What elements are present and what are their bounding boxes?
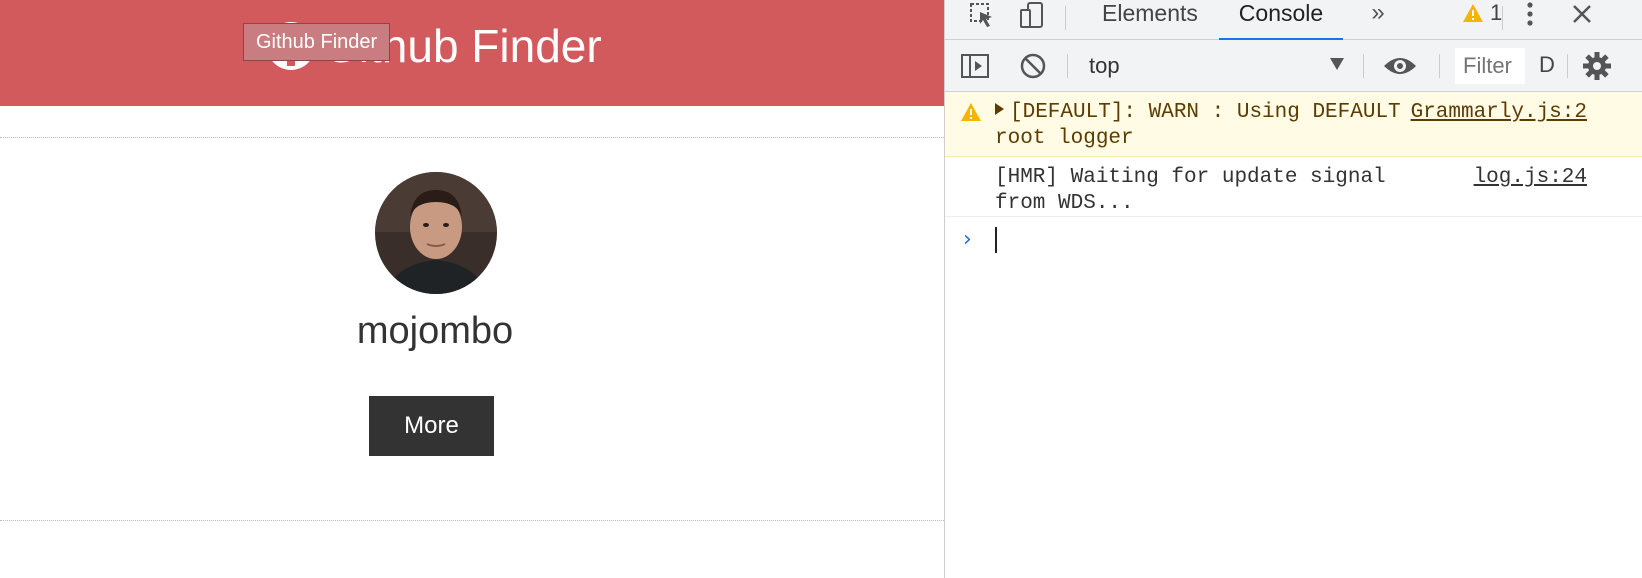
- toolbar-separator: [1363, 54, 1364, 78]
- close-icon[interactable]: [1567, 0, 1597, 28]
- warning-icon: [1463, 4, 1483, 22]
- toolbar-separator: [1567, 54, 1568, 78]
- console-messages: [DEFAULT]: WARN : Using DEFAULT root log…: [945, 92, 1642, 257]
- console-toolbar: top D: [945, 40, 1642, 92]
- warning-count: 1: [1490, 0, 1503, 25]
- message-source-link[interactable]: Grammarly.js:2: [1411, 100, 1587, 126]
- message-source-link[interactable]: log.js:24: [1474, 165, 1587, 191]
- console-warning-message[interactable]: [DEFAULT]: WARN : Using DEFAULT root log…: [945, 92, 1642, 157]
- username: mojombo: [356, 310, 514, 352]
- message-text: [DEFAULT]: WARN : Using DEFAULT root log…: [995, 101, 1414, 150]
- clear-console-icon[interactable]: [1017, 50, 1049, 82]
- context-select[interactable]: top: [1089, 50, 1279, 82]
- double-chevron-icon[interactable]: »: [1363, 0, 1393, 26]
- warning-icon: [960, 102, 982, 131]
- tab-elements[interactable]: Elements: [1102, 0, 1198, 40]
- app-viewport: Github Finder Github Finder mojombo More: [0, 0, 944, 578]
- filter-input[interactable]: [1455, 48, 1525, 84]
- toolbar-separator: [1067, 54, 1068, 78]
- device-toolbar-icon[interactable]: [1017, 0, 1047, 30]
- console-prompt[interactable]: ›: [945, 217, 1642, 257]
- inspect-element-icon[interactable]: [967, 0, 997, 30]
- message-text: [HMR] Waiting for update signal from WDS…: [995, 166, 1399, 215]
- gear-icon[interactable]: [1581, 50, 1613, 82]
- expand-triangle-icon[interactable]: [995, 103, 1004, 115]
- sidebar-toggle-icon[interactable]: [959, 50, 991, 82]
- live-expression-eye-icon[interactable]: [1381, 50, 1419, 82]
- prompt-chevron-icon: ›: [963, 227, 972, 252]
- devtools-tabbar: Elements Console » 1: [945, 0, 1642, 40]
- user-card: mojombo More: [0, 137, 944, 521]
- chevron-down-icon: [1330, 58, 1344, 70]
- log-levels-dropdown[interactable]: D: [1539, 52, 1555, 78]
- toolbar-separator: [1065, 6, 1066, 30]
- console-log-message[interactable]: [HMR] Waiting for update signal from WDS…: [945, 157, 1642, 217]
- text-caret: [995, 227, 997, 253]
- warning-counter[interactable]: 1: [1462, 0, 1502, 26]
- kebab-menu-icon[interactable]: [1515, 0, 1545, 28]
- toolbar-separator: [1502, 6, 1503, 30]
- toolbar-separator: [1439, 54, 1440, 78]
- tab-console[interactable]: Console: [1219, 0, 1343, 40]
- avatar: [375, 172, 497, 294]
- more-button[interactable]: More: [369, 396, 494, 456]
- navbar: Github Finder Github Finder: [0, 0, 944, 106]
- tooltip: Github Finder: [243, 23, 391, 61]
- devtools-panel: Elements Console » 1 top D: [944, 0, 1642, 578]
